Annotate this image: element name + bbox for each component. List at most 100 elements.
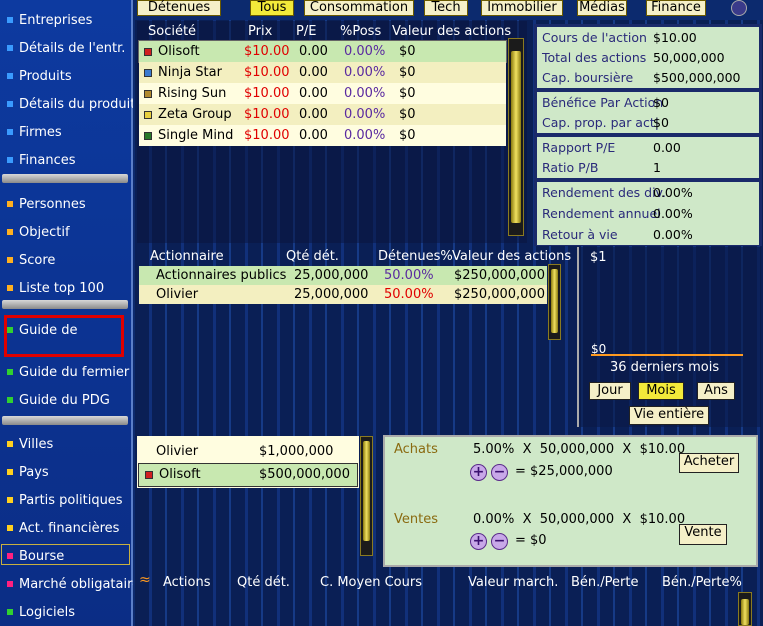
holder-cell: $250,000,000	[454, 268, 545, 283]
sell-minus-icon[interactable]: −	[491, 533, 508, 550]
stock-cell: 0.00%	[344, 44, 386, 59]
info-row: Cap. prop. par act| $0	[537, 112, 759, 133]
buy-total: = $25,000,000	[515, 464, 613, 479]
sidebar-item[interactable]: Produits	[0, 64, 133, 88]
info-label: Bénéfice Par Action	[542, 95, 664, 110]
sidebar-item[interactable]: Guide du PDG	[0, 388, 133, 412]
buy-plus-icon[interactable]: +	[470, 464, 487, 481]
bullet-icon	[7, 45, 13, 51]
tab-0[interactable]: Détenues	[137, 0, 221, 16]
bullet-icon	[7, 497, 13, 503]
sidebar-item[interactable]: Logiciels	[0, 600, 133, 624]
sidebar-separator	[2, 416, 128, 425]
cash-row[interactable]: Olivier $1,000,000	[139, 441, 357, 463]
month-button[interactable]: Mois	[638, 382, 684, 400]
holder-cell: 50.00%	[384, 268, 434, 283]
cash-value: $500,000,000	[259, 467, 350, 482]
sidebar-item-label: Partis politiques	[19, 492, 123, 508]
portfolio-col-header: Bén./Perte	[571, 575, 639, 590]
stock-row[interactable]: Ninja Star $10.00 0.00 0.00% $0	[139, 62, 506, 83]
sidebar-item[interactable]: Guide du fermier	[0, 360, 133, 384]
info-row: Bénéfice Par Action $0	[537, 92, 759, 113]
year-button[interactable]: Ans	[697, 382, 735, 400]
holder-cell: 25,000,000	[294, 287, 369, 302]
tab-2[interactable]: Consommation	[304, 0, 414, 16]
sidebar-item[interactable]: Entreprises	[0, 8, 133, 32]
tab-3[interactable]: Tech	[424, 0, 468, 16]
sell-total: = $0	[515, 533, 547, 548]
stock-cell: 0.00	[299, 107, 328, 122]
sidebar-item-label: Villes	[19, 436, 54, 452]
sidebar-item-label: Détails du produit	[19, 96, 133, 112]
stock-row[interactable]: Olisoft $10.00 0.00 0.00% $0	[138, 40, 507, 63]
cash-row[interactable]: Olisoft $500,000,000	[138, 463, 358, 487]
stock-row[interactable]: Rising Sun $10.00 0.00 0.00% $0	[139, 83, 506, 104]
info-label: Total des actions	[542, 50, 647, 65]
bullet-icon	[7, 257, 13, 263]
sidebar-item-label: Guide du PDG	[19, 392, 110, 408]
chart-top-label: $1	[590, 250, 607, 265]
stock-row[interactable]: Single Mind $10.00 0.00 0.00% $0	[139, 125, 506, 146]
highlight-box	[4, 315, 124, 357]
stock-cell: 0.00	[299, 44, 328, 59]
info-row: Retour à vie 0.00%	[537, 224, 759, 245]
sidebar-item[interactable]: Personnes	[0, 192, 133, 216]
info-row: Rendement annuel 0.00%	[537, 203, 759, 224]
sidebar-item-label: Guide du fermier	[19, 364, 130, 380]
sell-formula: 0.00% X 50,000,000 X $10.00	[473, 512, 686, 527]
sidebar-item-label: Finances	[19, 152, 76, 168]
sidebar-item[interactable]: Détails de l'entr.	[0, 36, 133, 60]
bullet-icon	[7, 17, 13, 23]
sidebar-item[interactable]: Marché obligataire	[0, 572, 133, 596]
tab-4[interactable]: Immobilier	[481, 0, 563, 16]
sidebar-item[interactable]: Firmes	[0, 120, 133, 144]
sidebar-item[interactable]: Score	[0, 248, 133, 272]
stock-row[interactable]: Zeta Group $10.00 0.00 0.00% $0	[139, 104, 506, 125]
info-row: Rapport P/E 0.00	[537, 137, 759, 158]
sell-plus-icon[interactable]: +	[470, 533, 487, 550]
portfolio-col-header: Actions	[163, 575, 211, 590]
info-row: Total des actions 50,000,000	[537, 47, 759, 68]
sidebar-item[interactable]: Pays	[0, 460, 133, 484]
day-button[interactable]: Jour	[589, 382, 631, 400]
sidebar-item[interactable]: Liste top 100	[0, 276, 133, 300]
sidebar-item[interactable]: Détails du produit	[0, 92, 133, 116]
bullet-icon	[7, 101, 13, 107]
holder-row[interactable]: Actionnaires publics 25,000,000 50.00% $250…	[139, 266, 547, 285]
sidebar-item[interactable]: Act. financières	[0, 516, 133, 540]
holder-col-header: Valeur des actions	[452, 249, 572, 264]
cash-scrollbar[interactable]	[360, 436, 373, 556]
sidebar-item[interactable]: Partis politiques	[0, 488, 133, 512]
sell-button[interactable]: Vente	[679, 524, 727, 545]
buy-minus-icon[interactable]: −	[491, 464, 508, 481]
tab-6[interactable]: Finance	[646, 0, 706, 16]
sidebar-item-label: Logiciels	[19, 604, 75, 620]
lifetime-button[interactable]: Vie entière	[629, 406, 709, 425]
stock-cell: $0	[399, 128, 416, 143]
stock-col-header: P/E	[296, 24, 317, 39]
tab-5[interactable]: Médias	[577, 0, 627, 16]
holder-row[interactable]: Olivier 25,000,000 50.00% $250,000,000	[139, 285, 547, 304]
globe-icon[interactable]	[731, 0, 747, 16]
info-label: Rendement des div.	[542, 185, 666, 200]
tab-1[interactable]: Tous	[250, 0, 294, 16]
company-color-icon	[144, 69, 152, 77]
sidebar-item[interactable]: Finances	[0, 148, 133, 172]
stock-col-header: Société	[148, 24, 197, 39]
holders-scrollbar[interactable]	[548, 264, 561, 340]
price-line	[591, 354, 743, 356]
stock-cell: $0	[399, 107, 416, 122]
bullet-icon	[7, 525, 13, 531]
company-color-icon	[145, 471, 153, 479]
stock-scrollbar[interactable]	[508, 38, 524, 236]
stock-cell: 0.00%	[344, 65, 386, 80]
stock-cell: Rising Sun	[158, 86, 227, 101]
sidebar-item-label: Entreprises	[19, 12, 93, 28]
holder-cell: Olivier	[156, 287, 199, 302]
sidebar-item[interactable]: Villes	[0, 432, 133, 456]
sidebar-item[interactable]: Objectif	[0, 220, 133, 244]
info-value: 0.00%	[653, 227, 693, 242]
buy-button[interactable]: Acheter	[679, 453, 739, 473]
portfolio-scrollbar[interactable]	[738, 592, 752, 626]
sidebar-item-label: Détails de l'entr.	[19, 40, 126, 56]
